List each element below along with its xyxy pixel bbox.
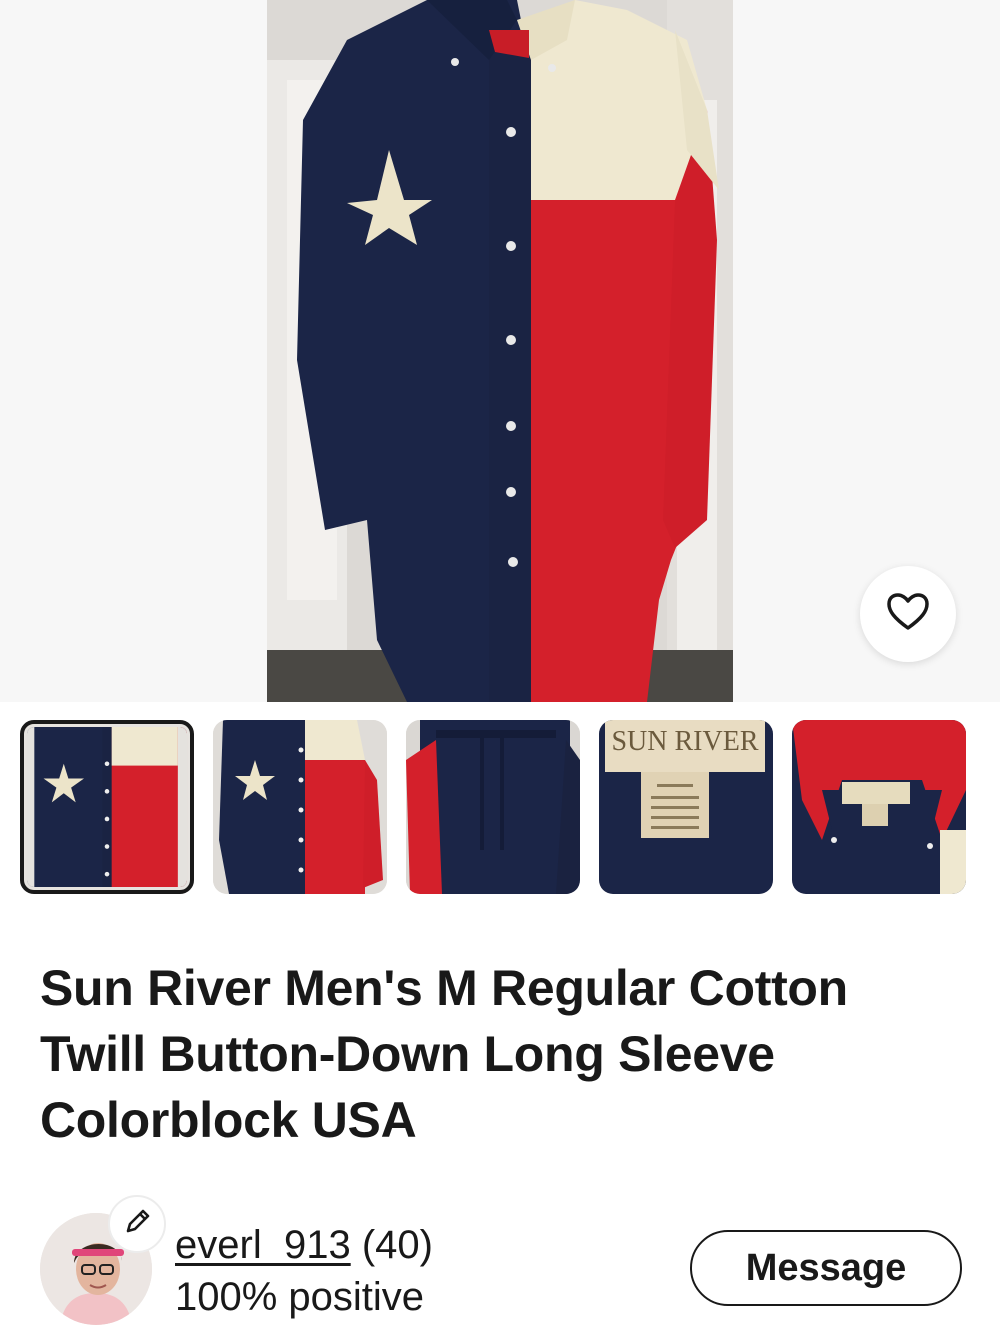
label-brand-text: SUN RIVER [611, 726, 758, 757]
thumbnail-2[interactable] [213, 720, 387, 894]
favorite-button[interactable] [860, 566, 956, 662]
edit-avatar-button[interactable] [108, 1195, 166, 1253]
seller-feedback-count: (40) [361, 1223, 433, 1267]
thumbnail-3[interactable] [406, 720, 580, 894]
thumbnail-1[interactable] [20, 720, 194, 894]
heart-icon [886, 592, 930, 637]
main-product-image[interactable] [267, 0, 733, 702]
thumbnail-4[interactable]: SUN RIVER [599, 720, 773, 894]
pencil-icon [122, 1207, 152, 1242]
listing-title: Sun River Men's M Regular Cotton Twill B… [40, 960, 848, 1148]
message-seller-button[interactable]: Message [690, 1230, 962, 1306]
seller-info: everl_913 (40) 100% positive [175, 1219, 433, 1323]
thumbnail-5[interactable] [792, 720, 966, 894]
thumbnail-strip: SUN RIVER [20, 720, 980, 895]
seller-name-line: everl_913 (40) [175, 1219, 433, 1271]
seller-name-link[interactable]: everl_913 [175, 1223, 351, 1267]
main-image-area [0, 0, 1000, 702]
seller-card: everl_913 (40) 100% positive Message [40, 1195, 962, 1330]
seller-positive-rating: 100% positive [175, 1275, 425, 1319]
